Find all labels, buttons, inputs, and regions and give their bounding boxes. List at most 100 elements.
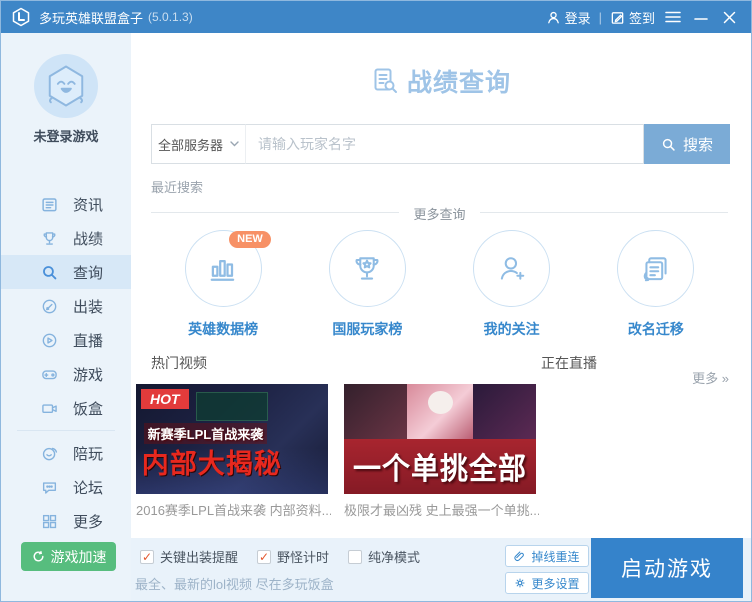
video-overlay-title: 一个单挑全部 xyxy=(353,445,527,488)
checkbox-clean-mode[interactable]: 纯净模式 xyxy=(348,547,420,566)
live-now-title: 正在直播 xyxy=(541,353,597,373)
news-icon xyxy=(41,196,58,213)
minimize-icon xyxy=(694,11,708,23)
video-banner: 一个单挑全部 xyxy=(344,439,536,494)
pen-circle-icon xyxy=(41,298,58,315)
quick-link-label: 改名迁移 xyxy=(628,319,684,339)
magnifier-icon xyxy=(661,137,676,152)
footer-tagline: 最全、最新的lol视频 尽在多玩饭盒 xyxy=(135,574,334,593)
close-button[interactable] xyxy=(715,1,743,33)
menu-button[interactable] xyxy=(659,1,687,33)
sidebar-item-news[interactable]: 资讯 xyxy=(1,187,131,221)
search-button[interactable]: 搜索 xyxy=(644,124,730,164)
sidebar-item-label: 战绩 xyxy=(73,228,103,249)
sidebar-item-forum[interactable]: 论坛 xyxy=(1,470,131,504)
main-content: 战绩查询 全部服务器 搜索 最近搜索 更多查询 NEW xyxy=(131,33,751,538)
search-icon xyxy=(41,264,58,281)
page-header: 战绩查询 xyxy=(131,63,751,99)
hamburger-icon xyxy=(665,11,681,23)
sidebar-nav: 资讯 战绩 查询 xyxy=(1,187,131,538)
page-title: 战绩查询 xyxy=(407,63,511,99)
quick-link-label: 英雄数据榜 xyxy=(188,319,258,339)
quick-link-cn-rank[interactable]: 国服玩家榜 xyxy=(295,230,439,339)
app-window: 多玩英雄联盟盒子 (5.0.1.3) 登录 | 签到 xyxy=(0,0,752,602)
titlebar: 多玩英雄联盟盒子 (5.0.1.3) 登录 | 签到 xyxy=(1,1,751,33)
player-name-input[interactable] xyxy=(245,124,644,164)
grid-icon xyxy=(41,513,58,530)
app-version: (5.0.1.3) xyxy=(148,10,193,24)
video-caption-2[interactable]: 极限才最凶残 史上最强一个单挑... xyxy=(344,500,539,519)
sidebar-item-search[interactable]: 查询 xyxy=(1,255,131,289)
sidebar-item-fanbox[interactable]: 饭盒 xyxy=(1,391,131,425)
new-badge: NEW xyxy=(229,231,271,248)
boost-icon xyxy=(31,549,46,564)
sidebar-item-live[interactable]: 直播 xyxy=(1,323,131,357)
reconnect-label: 掉线重连 xyxy=(531,548,579,565)
checkbox-label: 野怪计时 xyxy=(277,547,329,566)
sidebar-item-games[interactable]: 游戏 xyxy=(1,357,131,391)
video-caption-1[interactable]: 2016赛季LPL首战来袭 内部资料... xyxy=(136,500,331,519)
sidebar-item-records[interactable]: 战绩 xyxy=(1,221,131,255)
sidebar-item-label: 论坛 xyxy=(73,477,103,498)
add-user-icon xyxy=(494,251,530,287)
sidebar-item-label: 游戏 xyxy=(73,364,103,385)
quick-link-my-follows[interactable]: 我的关注 xyxy=(440,230,584,339)
gear-icon xyxy=(514,577,526,589)
footer-checkboxes: ✓ 关键出装提醒 ✓ 野怪计时 纯净模式 xyxy=(140,547,420,566)
login-link[interactable]: 登录 xyxy=(542,8,595,27)
launch-game-button[interactable]: 启动游戏 xyxy=(591,538,743,598)
boost-label: 游戏加速 xyxy=(51,547,107,567)
bar-chart-icon xyxy=(205,251,241,287)
sidebar-item-more[interactable]: 更多 xyxy=(1,504,131,538)
more-query-label: 更多查询 xyxy=(399,204,479,223)
more-settings-label: 更多设置 xyxy=(531,575,579,592)
checkbox-build-reminder[interactable]: ✓ 关键出装提醒 xyxy=(140,547,238,566)
game-boost-button[interactable]: 游戏加速 xyxy=(21,542,116,571)
more-link[interactable]: 更多 » xyxy=(692,368,729,387)
sidebar-item-builds[interactable]: 出装 xyxy=(1,289,131,323)
avatar[interactable] xyxy=(34,54,98,118)
quick-links-row: NEW 英雄数据榜 国服 xyxy=(151,230,728,339)
footer-bar: ✓ 关键出装提醒 ✓ 野怪计时 纯净模式 最全、最新的lol视频 尽在多玩饭盒 … xyxy=(131,538,751,601)
signin-link[interactable]: 签到 xyxy=(606,8,659,27)
play-circle-icon xyxy=(41,332,58,349)
recent-search-label: 最近搜索 xyxy=(151,177,203,196)
pencil-square-icon xyxy=(610,10,625,25)
search-button-label: 搜索 xyxy=(683,134,713,155)
checkbox-jungle-timer[interactable]: ✓ 野怪计时 xyxy=(257,547,329,566)
reconnect-button[interactable]: 掉线重连 xyxy=(505,545,589,567)
titlebar-controls: 登录 | 签到 xyxy=(542,1,743,33)
chat-bubble-icon xyxy=(41,479,58,496)
stage-screen-decor xyxy=(196,392,269,422)
checkbox-box: ✓ xyxy=(140,550,154,564)
record-search-icon xyxy=(371,67,399,95)
sidebar-divider xyxy=(17,430,115,431)
checkbox-box xyxy=(348,550,362,564)
minimize-button[interactable] xyxy=(687,1,715,33)
more-settings-button[interactable]: 更多设置 xyxy=(505,572,589,594)
sidebar-item-label: 直播 xyxy=(73,330,103,351)
close-icon xyxy=(723,11,736,24)
quick-link-hero-stats[interactable]: NEW 英雄数据榜 xyxy=(151,230,295,339)
champion-panel-decor xyxy=(473,384,536,441)
sidebar-item-label: 饭盒 xyxy=(73,398,103,419)
server-dropdown[interactable]: 全部服务器 xyxy=(151,124,245,164)
mascot-face-icon xyxy=(40,60,92,112)
chevron-down-icon xyxy=(230,141,239,147)
video-thumbnail-1[interactable]: HOT 新赛季LPL首战来袭 内部大揭秘 xyxy=(136,384,328,494)
quick-link-label: 我的关注 xyxy=(484,319,540,339)
sidebar-item-companion[interactable]: 陪玩 xyxy=(1,436,131,470)
checkbox-box: ✓ xyxy=(257,550,271,564)
sidebar-item-label: 出装 xyxy=(73,296,103,317)
video-thumbnail-2[interactable]: 一个单挑全部 xyxy=(344,384,536,494)
server-dropdown-value: 全部服务器 xyxy=(158,135,223,154)
checkbox-label: 纯净模式 xyxy=(368,547,420,566)
hot-badge: HOT xyxy=(141,389,189,409)
titlebar-separator: | xyxy=(595,10,606,25)
champion-panel-decor xyxy=(344,384,407,441)
sidebar-item-label: 资讯 xyxy=(73,194,103,215)
quick-link-rename-transfer[interactable]: 改名迁移 xyxy=(584,230,728,339)
checkbox-label: 关键出装提醒 xyxy=(160,547,238,566)
transfer-docs-icon xyxy=(638,251,674,287)
video-overlay-title: 内部大揭秘 xyxy=(142,442,282,481)
